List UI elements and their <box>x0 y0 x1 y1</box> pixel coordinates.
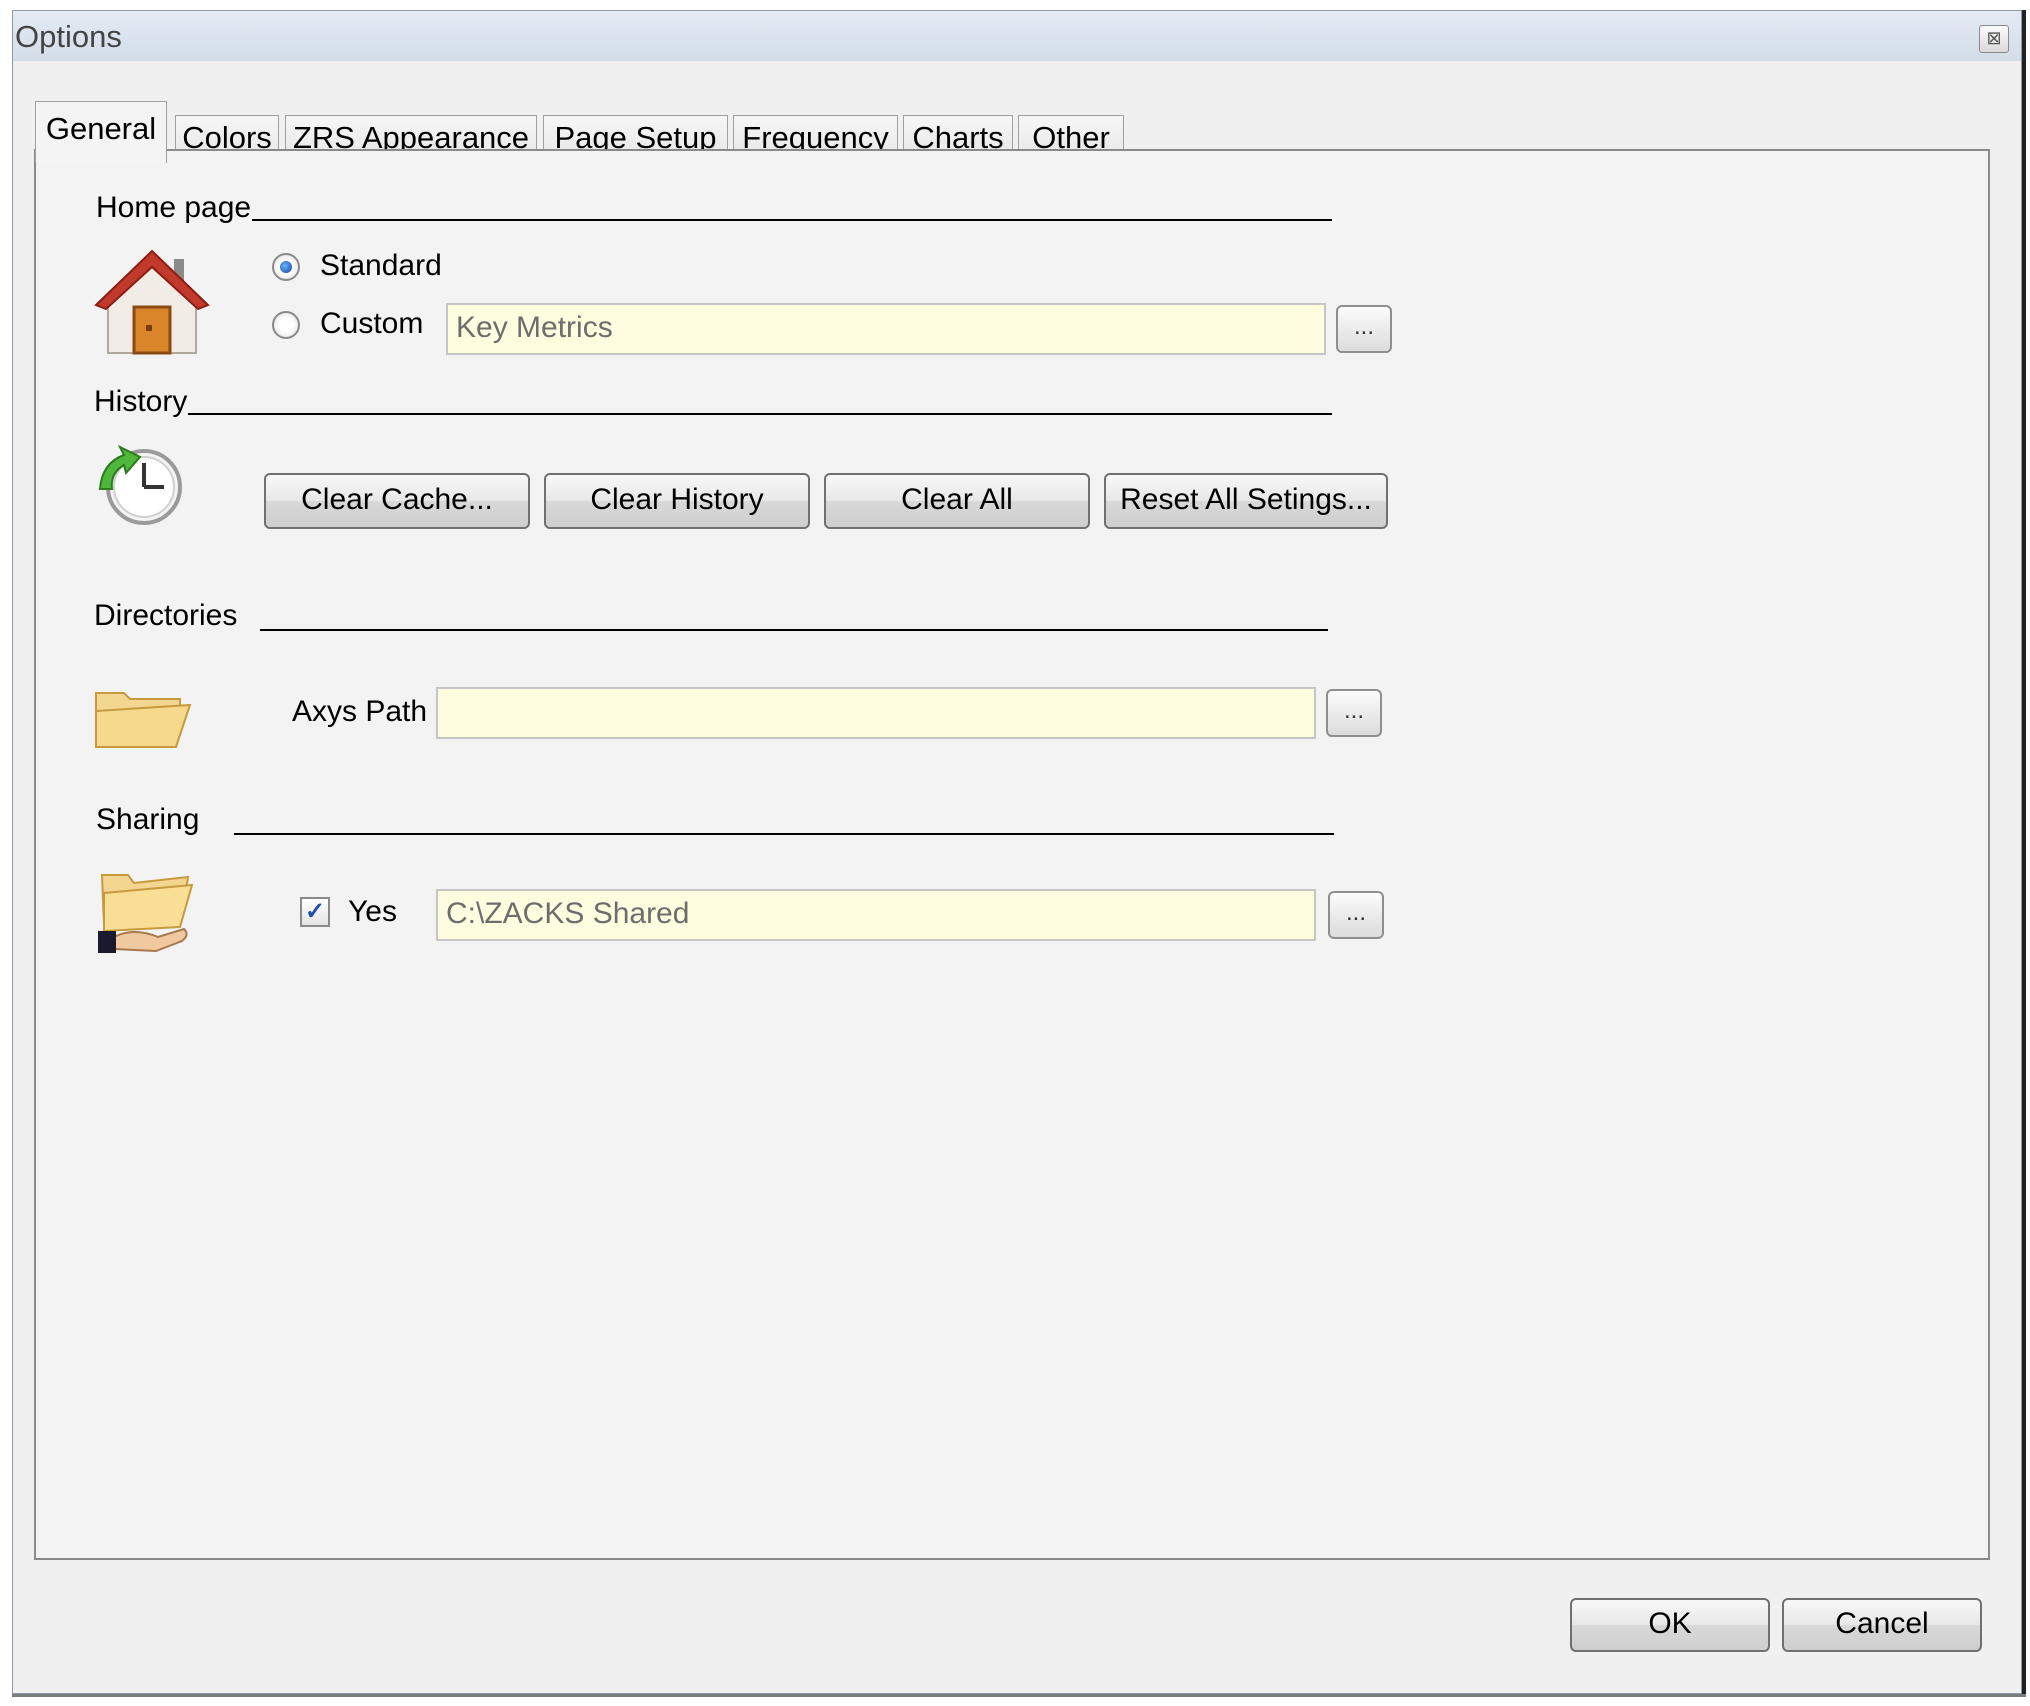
standard-label: Standard <box>320 249 442 282</box>
window-title: Options <box>15 19 122 54</box>
open-folder-icon <box>95 692 192 748</box>
close-button[interactable]: ⊠ <box>1979 25 2009 53</box>
axys-path-label: Axys Path <box>292 695 428 728</box>
close-icon: ⊠ <box>1986 28 2002 48</box>
window-edge <box>12 1694 2026 1697</box>
shared-folder-icon <box>98 874 194 953</box>
section-divider <box>260 629 1328 631</box>
sharing-yes-label: Yes <box>348 895 397 928</box>
shared-path-browse-button[interactable]: ... <box>1328 891 1384 939</box>
history-heading: History <box>94 385 188 418</box>
standard-radio[interactable] <box>272 253 300 281</box>
cancel-button[interactable]: Cancel <box>1782 1598 1982 1652</box>
ok-button[interactable]: OK <box>1570 1598 1770 1652</box>
history-clock-icon <box>98 445 182 525</box>
tab-general[interactable]: General <box>35 101 167 163</box>
reset-all-settings-button[interactable]: Reset All Setings... <box>1104 473 1388 529</box>
section-divider <box>252 219 1332 221</box>
window-edge <box>2022 10 2026 1694</box>
sharing-yes-checkbox[interactable]: ✓ <box>300 897 330 927</box>
custom-home-page-field[interactable]: Key Metrics <box>446 303 1326 355</box>
general-tab-panel: Home page Standard Custom Key Metrics ..… <box>34 149 1990 1560</box>
clear-history-button[interactable]: Clear History <box>544 473 810 529</box>
sharing-heading: Sharing <box>96 803 200 836</box>
custom-label: Custom <box>320 307 424 340</box>
radio-selected-dot <box>280 261 292 273</box>
custom-radio[interactable] <box>272 311 300 339</box>
axys-path-browse-button[interactable]: ... <box>1326 689 1382 737</box>
tab-label: General <box>45 111 157 146</box>
clear-cache-button[interactable]: Clear Cache... <box>264 473 530 529</box>
shared-path-field[interactable]: C:\ZACKS Shared <box>436 889 1316 941</box>
house-icon <box>94 249 210 355</box>
axys-path-field[interactable] <box>436 687 1316 739</box>
title-bar: Options ⊠ <box>13 11 2021 61</box>
custom-home-browse-button[interactable]: ... <box>1336 305 1392 353</box>
section-divider <box>188 413 1332 415</box>
clear-all-button[interactable]: Clear All <box>824 473 1090 529</box>
directories-heading: Directories <box>94 599 238 632</box>
section-divider <box>234 833 1334 835</box>
home-page-heading: Home page <box>96 191 252 224</box>
